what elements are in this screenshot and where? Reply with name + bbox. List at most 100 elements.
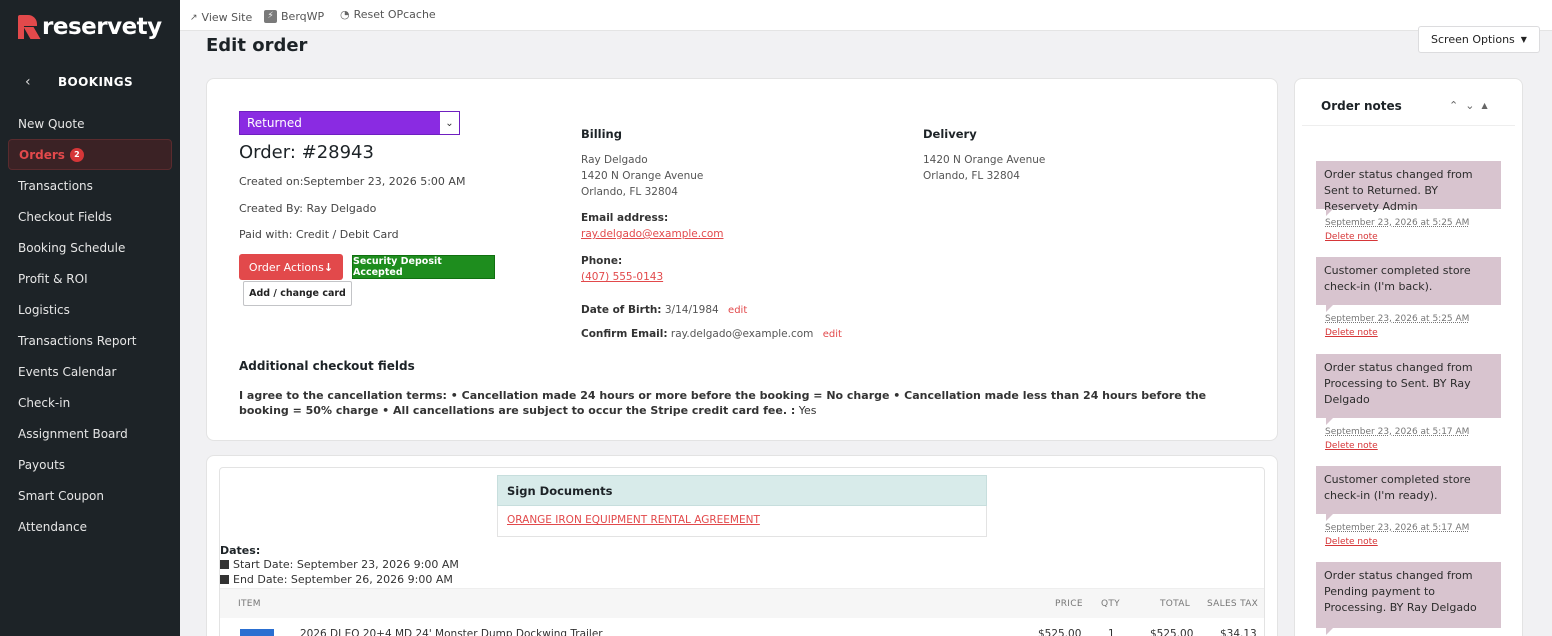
col-price: PRICE — [1055, 599, 1083, 609]
col-qty: QTY — [1101, 599, 1120, 609]
note-date: September 23, 2026 at 5:17 AM — [1325, 427, 1470, 437]
order-status-select[interactable]: Returned ⌄ — [239, 111, 460, 135]
delete-note-link[interactable]: Delete note — [1325, 441, 1378, 451]
sidebar-item-checkout-fields[interactable]: Checkout Fields — [8, 201, 172, 232]
chevron-left-icon[interactable]: ‹ — [25, 74, 31, 90]
sidebar-item-transactions-report[interactable]: Transactions Report — [8, 325, 172, 356]
created-by: Created By: Ray Delgado — [239, 202, 377, 215]
sidebar-item-label: Checkout Fields — [18, 209, 112, 224]
confirm-email-edit-link[interactable]: edit — [823, 329, 842, 340]
order-actions-label: Order Actions — [248, 260, 324, 274]
delivery-heading: Delivery — [923, 127, 977, 141]
notes-divider — [1302, 125, 1515, 126]
sidebar-item-logistics[interactable]: Logistics — [8, 294, 172, 325]
sidebar-section-title: BOOKINGS — [58, 75, 134, 89]
dob-row: Date of Birth: 3/14/1984 edit — [581, 304, 747, 316]
admin-sidebar: reservety ‹ BOOKINGS New Quote Orders 2 T… — [0, 0, 180, 636]
chevron-down-icon: ⌄ — [439, 112, 459, 134]
col-item: ITEM — [238, 599, 261, 609]
billing-street: 1420 N Orange Avenue — [581, 170, 704, 182]
cancellation-terms-text: I agree to the cancellation terms: • Can… — [239, 389, 1207, 417]
dob-label: Date of Birth: — [581, 304, 662, 316]
sidebar-item-transactions[interactable]: Transactions — [8, 170, 172, 201]
view-site-label: View Site — [201, 11, 253, 24]
chevron-up-icon[interactable]: ⌃ — [1449, 99, 1458, 112]
sidebar-section-header: ‹ BOOKINGS — [0, 70, 180, 96]
order-number: Order: #28943 — [239, 142, 374, 163]
billing-heading: Billing — [581, 127, 622, 141]
brand-logo[interactable]: reservety — [18, 14, 162, 40]
sidebar-item-label: Transactions Report — [18, 333, 137, 348]
sidebar-item-label: Orders — [19, 147, 65, 162]
order-note: Order status changed from Pending paymen… — [1316, 562, 1501, 628]
order-status-value: Returned — [247, 116, 302, 130]
view-site-link[interactable]: ↗ View Site — [190, 11, 252, 24]
berqwp-label: BerqWP — [281, 10, 325, 23]
created-on: Created on:September 23, 2026 5:00 AM — [239, 175, 466, 188]
delivery-street: 1420 N Orange Avenue — [923, 154, 1046, 166]
screen-options-button[interactable]: Screen Options ▼ — [1418, 26, 1540, 53]
admin-topbar: ↗ View Site ⚡ BerqWP ◔ Reset OPcache — [180, 0, 1552, 31]
sidebar-item-label: Booking Schedule — [18, 240, 126, 255]
security-deposit-button[interactable]: Security Deposit Accepted — [352, 255, 495, 279]
sidebar-item-attendance[interactable]: Attendance — [8, 511, 172, 542]
sidebar-item-assignment-board[interactable]: Assignment Board — [8, 418, 172, 449]
add-change-card-button[interactable]: Add / change card — [243, 281, 352, 306]
sidebar-item-label: New Quote — [18, 116, 85, 131]
order-note: Customer completed store check-in (I'm b… — [1316, 257, 1501, 305]
delete-note-link[interactable]: Delete note — [1325, 328, 1378, 338]
sign-documents-heading: Sign Documents — [497, 475, 987, 506]
sidebar-item-label: Attendance — [18, 519, 87, 534]
chevron-down-icon[interactable]: ⌄ — [1465, 99, 1474, 112]
sidebar-item-new-quote[interactable]: New Quote — [8, 108, 172, 139]
collapse-toggle-icon[interactable]: ▲ — [1481, 101, 1487, 112]
reset-opcache-link[interactable]: ◔ Reset OPcache — [340, 8, 436, 21]
order-notes-controls: ⌃ ⌄ ▲ — [1449, 99, 1488, 112]
sidebar-item-booking-schedule[interactable]: Booking Schedule — [8, 232, 172, 263]
dob-value: 3/14/1984 — [664, 304, 719, 316]
berqwp-link[interactable]: ⚡ BerqWP — [264, 10, 324, 23]
sidebar-item-payouts[interactable]: Payouts — [8, 449, 172, 480]
order-note: Order status changed from Sent to Return… — [1316, 161, 1501, 213]
sidebar-item-label: Check-in — [18, 395, 71, 410]
external-link-icon: ↗ — [190, 12, 198, 23]
sidebar-item-orders[interactable]: Orders 2 — [8, 139, 172, 170]
item-name: 2026 DJ EQ 20+4 MD 24' Monster Dump Dock… — [300, 628, 603, 636]
brand-name: reservety — [42, 14, 162, 40]
order-note: Order status changed from Processing to … — [1316, 354, 1501, 418]
table-row[interactable]: 2026 DJ EQ 20+4 MD 24' Monster Dump Dock… — [220, 618, 1264, 636]
page-title: Edit order — [206, 35, 308, 56]
note-date: September 23, 2026 at 5:25 AM — [1325, 314, 1470, 324]
start-date-row: Start Date: September 23, 2026 9:00 AM — [220, 558, 459, 571]
sidebar-item-events-calendar[interactable]: Events Calendar — [8, 356, 172, 387]
sidebar-item-label: Transactions — [18, 178, 93, 193]
items-table-header: ITEM PRICE QTY TOTAL SALES TAX — [220, 588, 1264, 618]
sidebar-item-smart-coupon[interactable]: Smart Coupon — [8, 480, 172, 511]
dob-edit-link[interactable]: edit — [728, 305, 747, 316]
billing-phone-link[interactable]: (407) 555-0143 — [581, 271, 663, 283]
sidebar-item-label: Events Calendar — [18, 364, 117, 379]
start-date: Start Date: September 23, 2026 9:00 AM — [233, 558, 459, 571]
gauge-icon: ◔ — [340, 8, 350, 21]
sidebar-item-label: Profit & ROI — [18, 271, 88, 286]
item-qty: 1 — [1108, 628, 1115, 636]
col-sales-tax: SALES TAX — [1207, 599, 1259, 609]
sidebar-item-profit-roi[interactable]: Profit & ROI — [8, 263, 172, 294]
dates-heading: Dates: — [220, 544, 261, 557]
confirm-email-label: Confirm Email: — [581, 328, 668, 340]
rental-agreement-link[interactable]: ORANGE IRON EQUIPMENT RENTAL AGREEMENT — [507, 514, 760, 526]
order-actions-button[interactable]: Order Actions ↓ — [239, 254, 343, 280]
confirm-email-row: Confirm Email: ray.delgado@example.com e… — [581, 328, 842, 340]
sidebar-item-check-in[interactable]: Check-in — [8, 387, 172, 418]
sidebar-item-label: Logistics — [18, 302, 70, 317]
item-tax: $34.13 — [1220, 628, 1257, 636]
lightning-icon: ⚡ — [264, 10, 277, 23]
billing-email-link[interactable]: ray.delgado@example.com — [581, 228, 724, 240]
billing-city: Orlando, FL 32804 — [581, 186, 678, 198]
delete-note-link[interactable]: Delete note — [1325, 537, 1378, 547]
delete-note-link[interactable]: Delete note — [1325, 232, 1378, 242]
end-date-row: End Date: September 26, 2026 9:00 AM — [220, 573, 453, 586]
sidebar-item-label: Smart Coupon — [18, 488, 105, 503]
caret-down-icon: ▼ — [1520, 35, 1527, 44]
calendar-icon — [220, 560, 229, 569]
